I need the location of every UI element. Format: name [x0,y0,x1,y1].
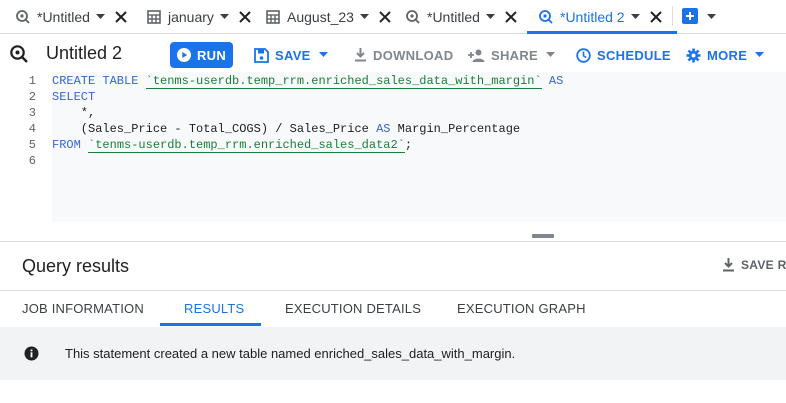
close-icon[interactable] [504,10,518,24]
schedule-button[interactable]: SCHEDULE [576,42,671,68]
sql-keyword: AS [376,122,391,136]
sql-keyword: AS [541,74,564,88]
save-results-label: SAVE R [741,258,786,272]
save-results-button[interactable]: SAVE R [722,258,786,272]
download-icon [354,48,367,62]
chevron-down-icon [546,52,556,58]
sql-text: (Sales_Price - Total_COGS) / Sales_Price [52,122,377,136]
query-icon [537,8,555,26]
sql-text: Margin_Percentage [390,122,521,136]
tab-results[interactable]: RESULTS [184,290,244,327]
tab-untitled-2-active[interactable]: *Untitled 2 [527,0,677,34]
info-icon [24,346,39,361]
share-button[interactable]: SHARE [468,42,556,68]
editor-title: Untitled 2 [46,43,123,63]
save-button[interactable]: SAVE [254,42,328,68]
more-label: MORE [707,47,748,63]
clock-icon [576,47,591,63]
tab-label: *Untitled [37,8,90,25]
tab-label: january [168,8,214,25]
plus-icon [686,12,694,20]
gear-icon [686,48,701,63]
tab-untitled-1[interactable]: *Untitled [14,0,128,33]
panel-divider [0,241,786,242]
code-line-2: SELECT [52,89,95,105]
active-tab-indicator [160,323,261,326]
chevron-down-icon [318,52,328,58]
table-icon [264,8,282,26]
sql-keyword: FROM [52,138,89,152]
chevron-down-icon [755,52,765,58]
more-button[interactable]: MORE [686,42,765,68]
chevron-down-icon[interactable] [220,12,230,22]
sql-keyword: CREATE TABLE [52,74,146,88]
query-toolbar: Untitled 2 RUN SAVE DOWNLOAD SHARE SCHED… [0,34,786,72]
close-icon[interactable] [114,10,128,24]
person-add-icon [468,49,485,62]
tab-august-23[interactable]: August_23 [264,0,392,33]
table-reference[interactable]: `tenms-userdb.temp_rrm.enriched_sales_da… [145,74,542,89]
run-label: RUN [196,47,227,63]
tab-untitled-2[interactable]: *Untitled [404,0,518,33]
tab-execution-details[interactable]: EXECUTION DETAILS [285,290,421,327]
play-icon [176,48,191,62]
tab-overflow-menu[interactable] [706,13,716,21]
tab-job-information[interactable]: JOB INFORMATION [22,290,144,327]
tab-label: *Untitled [427,8,480,25]
table-reference[interactable]: `tenms-userdb.temp_rrm.enriched_sales_da… [88,138,405,153]
query-results-title: Query results [22,256,130,276]
code-line-3: *, [52,105,95,121]
tab-divider [672,6,673,26]
sql-editor[interactable]: 1 2 3 4 5 6 CREATE TABLE `tenms-userdb.t… [0,72,786,222]
tab-january[interactable]: january [145,0,252,33]
line-number: 4 [28,122,36,136]
close-icon[interactable] [649,10,663,24]
tab-label: *Untitled 2 [560,8,625,25]
query-icon [9,44,29,64]
line-number: 2 [28,90,36,104]
chevron-down-icon[interactable] [96,12,106,22]
tab-execution-graph[interactable]: EXECUTION GRAPH [457,290,586,327]
tab-label: August_23 [287,8,354,25]
line-number: 1 [28,74,36,88]
query-icon [404,8,422,26]
code-line-5: FROM `tenms-userdb.temp_rrm.enriched_sal… [52,137,412,153]
close-icon[interactable] [238,10,252,24]
share-label: SHARE [491,47,539,63]
chevron-down-icon [706,14,716,19]
line-number: 3 [28,106,36,120]
close-icon[interactable] [378,10,392,24]
result-message: This statement created a new table named… [65,346,516,361]
download-label: DOWNLOAD [373,47,454,63]
editor-tab-strip: *Untitled january August_23 *Untitled *U… [0,0,786,34]
line-number-gutter: 1 2 3 4 5 6 [0,72,52,222]
resize-handle[interactable] [532,234,554,238]
save-label: SAVE [275,47,311,63]
chevron-down-icon[interactable] [486,12,496,22]
line-number: 6 [28,154,36,168]
chevron-down-icon[interactable] [631,12,641,22]
save-icon [254,47,269,63]
chevron-down-icon[interactable] [360,12,370,22]
sql-text: *, [52,106,96,120]
run-button[interactable]: RUN [170,42,233,68]
table-icon [145,8,163,26]
sql-keyword: SELECT [52,90,96,104]
schedule-label: SCHEDULE [597,47,671,63]
new-query-tab-button[interactable] [682,8,698,24]
result-message-panel: This statement created a new table named… [0,327,786,380]
sql-text: ; [404,138,413,152]
query-icon [14,8,32,26]
code-line-4: (Sales_Price - Total_COGS) / Sales_Price… [52,121,520,137]
download-button[interactable]: DOWNLOAD [354,42,453,68]
code-line-1: CREATE TABLE `tenms-userdb.temp_rrm.enri… [52,73,563,89]
download-icon [722,258,735,272]
line-number: 5 [28,138,36,152]
